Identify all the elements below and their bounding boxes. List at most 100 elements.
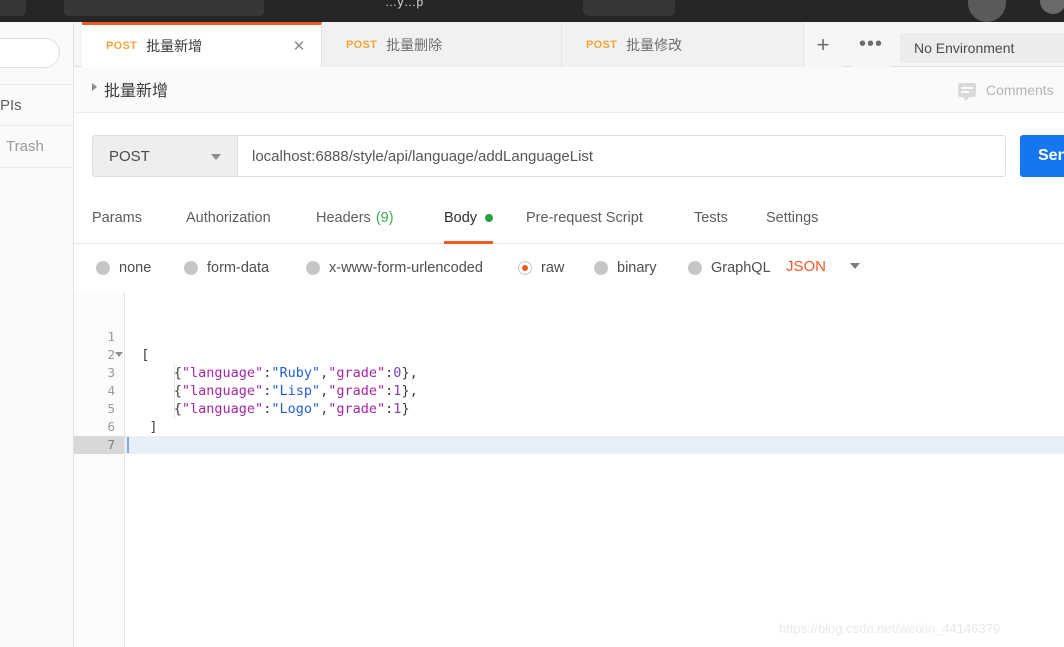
radio-selected-icon — [518, 261, 532, 275]
close-icon[interactable]: ✕ — [291, 39, 307, 55]
code-token-punct: [ — [125, 347, 150, 363]
http-method-value: POST — [109, 147, 150, 165]
body-type-binary-label: binary — [617, 260, 657, 276]
request-tab-1-method: POST — [106, 40, 138, 52]
code-token-str: "Ruby" — [271, 365, 321, 381]
sidebar-item-apis[interactable]: APIs — [0, 84, 74, 126]
titlebar-chip-left[interactable] — [0, 0, 26, 16]
code-token-punct: { — [125, 365, 182, 381]
body-type-raw-label: raw — [541, 260, 565, 276]
radio-icon — [594, 261, 608, 275]
plus-icon[interactable]: + — [804, 22, 842, 67]
code-line-6: ] — [125, 418, 158, 436]
line-number: 1 — [107, 329, 115, 344]
request-tab-2-title: 批量删除 — [386, 36, 443, 53]
body-type-form-data-label: form-data — [207, 260, 270, 276]
line-number: 6 — [107, 419, 115, 434]
sidebar-item-trash[interactable]: Trash — [0, 126, 74, 168]
request-tab-3-title: 批量修改 — [626, 36, 683, 53]
text-cursor — [127, 437, 129, 453]
comment-bubble-icon — [958, 83, 976, 101]
tab-body[interactable]: Body — [444, 192, 494, 244]
tab-headers-label: Headers — [316, 210, 371, 226]
send-button-label: Send — [1038, 147, 1064, 164]
code-token-str: "Lisp" — [271, 383, 321, 399]
body-type-graphql-label: GraphQL — [711, 260, 771, 276]
tab-settings-label: Settings — [766, 210, 819, 226]
chevron-right-icon[interactable] — [92, 83, 97, 91]
body-format-select[interactable]: JSON — [786, 254, 861, 278]
code-token-str: "Logo" — [271, 401, 321, 417]
body-type-binary[interactable]: binary — [594, 258, 657, 278]
code-token-punct: } — [401, 401, 410, 417]
line-number: 3 — [107, 365, 115, 380]
sidebar-item-apis-label: APIs — [0, 96, 22, 114]
http-method-select[interactable]: POST — [92, 135, 238, 177]
radio-icon — [306, 261, 320, 275]
code-token-punct: }, — [401, 365, 418, 381]
titlebar-chip-center[interactable] — [64, 0, 264, 16]
comments-button[interactable]: Comments — [958, 79, 1054, 101]
line-number: 2 — [74, 346, 124, 364]
environment-selected-label: No Environment — [914, 40, 1015, 56]
body-type-urlencoded-label: x-www-form-urlencoded — [329, 260, 483, 276]
request-tab-3[interactable]: POST 批量修改 — [562, 22, 804, 67]
request-url-bar: POST localhost:6888/style/api/language/a… — [74, 113, 1064, 192]
code-token-key: "grade" — [328, 401, 386, 417]
code-token-punct: { — [125, 401, 182, 417]
request-tab-strip: POST 批量新增 ✕ POST 批量删除 POST 批量修改 + ••• No… — [74, 22, 1064, 67]
tab-authorization[interactable]: Authorization — [186, 192, 271, 244]
body-type-graphql[interactable]: GraphQL — [688, 258, 771, 278]
tab-settings[interactable]: Settings — [766, 192, 818, 244]
url-input[interactable]: localhost:6888/style/api/language/addLan… — [238, 135, 1006, 177]
request-section-tabs: Params Authorization Headers (9) Body Pr… — [74, 192, 1064, 244]
body-type-none-label: none — [119, 260, 152, 276]
tab-headers[interactable]: Headers (9) — [316, 192, 394, 244]
avatar-secondary[interactable] — [1040, 0, 1064, 14]
request-tab-3-method: POST — [586, 38, 618, 51]
tab-pre-request-script[interactable]: Pre-request Script — [526, 192, 643, 244]
request-tab-2[interactable]: POST 批量删除 — [322, 22, 562, 67]
line-number-active: 7 — [74, 436, 124, 454]
request-body-editor[interactable]: 1 2 3 4 5 6 7 [ {"language":"Ruby","grad… — [74, 292, 1064, 647]
code-line-5: {"language":"Logo","grade":1} — [125, 400, 410, 418]
code-token-key: "grade" — [328, 383, 386, 399]
send-button[interactable]: Send — [1020, 135, 1064, 177]
chevron-down-icon — [211, 154, 221, 160]
body-type-urlencoded[interactable]: x-www-form-urlencoded — [306, 258, 483, 278]
tab-body-label: Body — [444, 210, 478, 226]
body-type-options: none form-data x-www-form-urlencoded raw… — [74, 244, 1064, 292]
body-type-raw[interactable]: raw — [518, 258, 564, 278]
code-token-key: "language" — [181, 365, 264, 381]
tab-params[interactable]: Params — [92, 192, 142, 244]
code-token-key: "grade" — [328, 365, 386, 381]
watermark-text: https://blog.csdn.net/weixin_44146379 — [779, 621, 1001, 636]
body-type-form-data[interactable]: form-data — [184, 258, 269, 278]
body-format-value: JSON — [786, 257, 827, 275]
body-type-none[interactable]: none — [96, 258, 151, 278]
radio-icon — [184, 261, 198, 275]
titlebar-chip-right[interactable] — [583, 0, 675, 16]
tab-tests[interactable]: Tests — [694, 192, 728, 244]
body-modified-dot-icon — [485, 214, 494, 222]
line-number: 4 — [107, 383, 115, 398]
sidebar-search-input[interactable] — [0, 38, 60, 68]
line-number: 5 — [107, 401, 115, 416]
editor-code-area[interactable]: [ {"language":"Ruby","grade":0}, {"langu… — [125, 292, 1064, 647]
app-titlebar: …y…p — [0, 0, 1064, 22]
titlebar-partial-text: …y…p — [385, 0, 424, 9]
editor-gutter: 1 2 3 4 5 6 7 — [74, 292, 125, 647]
request-tab-1[interactable]: POST 批量新增 ✕ — [82, 22, 322, 67]
environment-selector[interactable]: No Environment — [900, 33, 1064, 63]
comments-label: Comments — [986, 82, 1054, 98]
tab-headers-count: (9) — [375, 210, 394, 226]
breadcrumb-bar: 批量新增 Comments — [74, 67, 1064, 113]
fold-toggle-icon[interactable] — [115, 352, 123, 357]
main-panel: POST 批量新增 ✕ POST 批量删除 POST 批量修改 + ••• No… — [74, 22, 1064, 647]
code-token-punct: { — [125, 383, 182, 399]
code-token-punct: ] — [125, 419, 158, 435]
avatar[interactable] — [968, 0, 1006, 22]
code-token-key: "language" — [181, 383, 264, 399]
url-value: localhost:6888/style/api/language/addLan… — [252, 147, 594, 165]
ellipsis-icon[interactable]: ••• — [852, 22, 890, 67]
